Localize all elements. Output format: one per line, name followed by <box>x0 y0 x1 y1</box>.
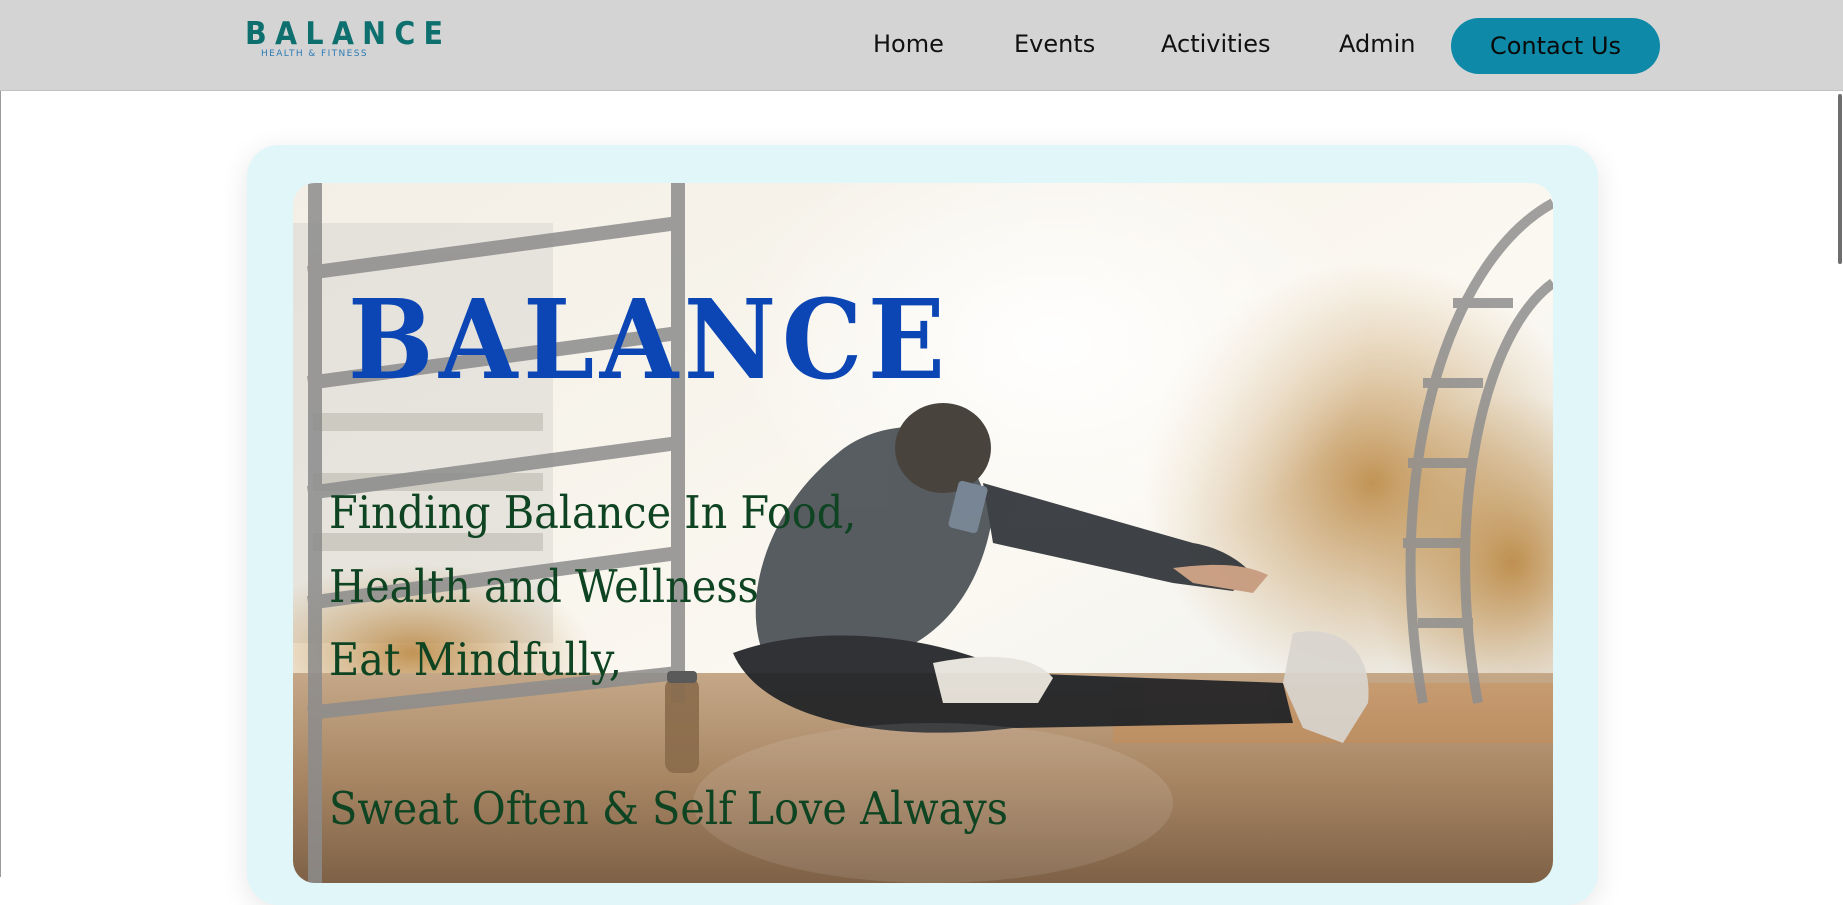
nav-link-events[interactable]: Events <box>1014 29 1095 59</box>
hero-tagline-line-3: Eat Mindfully, <box>329 633 623 686</box>
hero-title: BALANCE <box>348 275 951 404</box>
hero-tagline-line-4: Sweat Often & Self Love Always <box>329 782 1008 835</box>
brand-logo[interactable]: BALANCE HEALTH & FITNESS <box>245 16 452 60</box>
top-navbar: BALANCE HEALTH & FITNESS Home Events Act… <box>0 0 1843 91</box>
scrollbar-thumb[interactable] <box>1838 94 1842 264</box>
contact-us-button[interactable]: Contact Us <box>1451 18 1660 74</box>
hero-tagline-line-1: Finding Balance In Food, <box>329 486 857 539</box>
nav-link-home[interactable]: Home <box>873 29 944 59</box>
nav-link-activities[interactable]: Activities <box>1161 29 1271 59</box>
logo-wordmark: BALANCE <box>245 16 452 52</box>
hero-tagline-line-2: Health and Wellness <box>329 560 759 613</box>
nav-link-admin[interactable]: Admin <box>1339 29 1416 59</box>
